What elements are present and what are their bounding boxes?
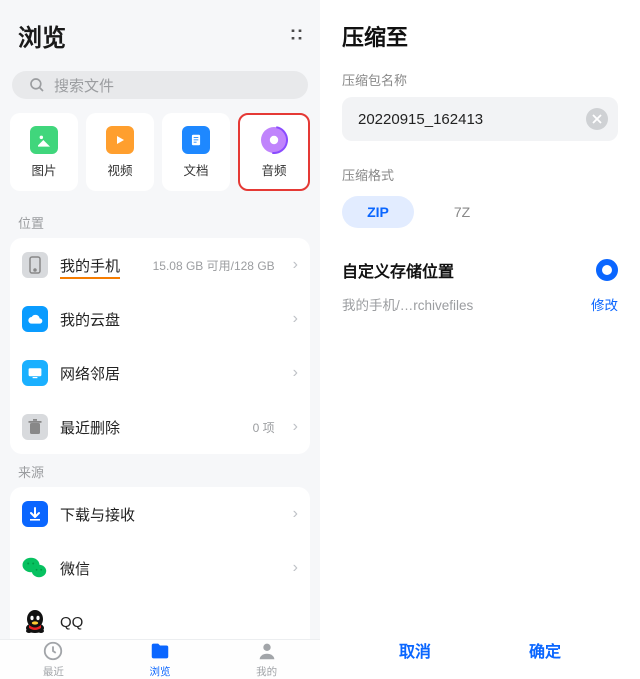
row-download[interactable]: 下载与接收 ›	[10, 487, 310, 541]
browse-panel: 浏览 ∷ 搜索文件 图片 视频 文档 音频	[0, 0, 320, 679]
document-icon	[182, 126, 210, 154]
user-icon	[256, 640, 278, 662]
nav-mine[interactable]: 我的	[213, 640, 320, 679]
bottom-actions: 取消 确定	[320, 621, 640, 679]
network-icon	[22, 360, 48, 386]
nav-recent[interactable]: 最近	[0, 640, 107, 679]
video-icon	[106, 126, 134, 154]
row-wechat[interactable]: 微信 ›	[10, 541, 310, 595]
name-label: 压缩包名称	[342, 70, 618, 89]
cancel-button[interactable]: 取消	[399, 638, 431, 662]
row-qq[interactable]: QQ	[10, 595, 310, 639]
image-icon	[30, 126, 58, 154]
wechat-icon	[22, 555, 48, 581]
modify-link[interactable]: 修改	[591, 294, 618, 314]
chevron-right-icon: ›	[293, 418, 298, 436]
category-row: 图片 视频 文档 音频	[0, 109, 320, 205]
folder-icon	[149, 640, 171, 662]
location-list: 我的手机 15.08 GB 可用/128 GB › 我的云盘 › 网络邻居 › …	[10, 238, 310, 454]
clear-icon[interactable]	[586, 108, 608, 130]
category-pictures[interactable]: 图片	[10, 113, 78, 191]
row-network[interactable]: 网络邻居 ›	[10, 346, 310, 400]
format-label: 压缩格式	[342, 165, 618, 184]
download-icon	[22, 501, 48, 527]
source-list: 下载与接收 › 微信 › QQ	[10, 487, 310, 639]
cloud-icon	[22, 306, 48, 332]
storage-path-row: 我的手机/…rchivefiles 修改	[342, 294, 618, 314]
trash-icon	[22, 414, 48, 440]
row-my-phone[interactable]: 我的手机 15.08 GB 可用/128 GB ›	[10, 238, 310, 292]
format-7z[interactable]: 7Z	[426, 196, 498, 228]
search-icon	[28, 76, 46, 94]
section-location-label: 位置	[0, 205, 320, 238]
custom-storage-label: 自定义存储位置	[342, 258, 454, 282]
header: 浏览 ∷	[0, 0, 320, 59]
phone-icon	[22, 252, 48, 278]
audio-icon	[260, 126, 288, 154]
more-icon[interactable]: ∷	[285, 29, 306, 42]
chevron-right-icon: ›	[293, 310, 298, 328]
confirm-button[interactable]: 确定	[529, 638, 561, 662]
compress-panel: 压缩至 压缩包名称 20220915_162413 压缩格式 ZIP 7Z 自定…	[320, 0, 640, 679]
search-input[interactable]: 搜索文件	[12, 71, 308, 99]
category-videos[interactable]: 视频	[86, 113, 154, 191]
row-recent-delete[interactable]: 最近删除 0 项 ›	[10, 400, 310, 454]
format-zip[interactable]: ZIP	[342, 196, 414, 228]
chevron-right-icon: ›	[293, 559, 298, 577]
format-row: ZIP 7Z	[342, 196, 618, 228]
chevron-right-icon: ›	[293, 256, 298, 274]
archive-name-input[interactable]: 20220915_162413	[342, 97, 618, 141]
chevron-right-icon: ›	[293, 505, 298, 523]
search-placeholder: 搜索文件	[54, 75, 114, 96]
page-title: 浏览	[18, 18, 66, 53]
chevron-right-icon: ›	[293, 364, 298, 382]
row-cloud[interactable]: 我的云盘 ›	[10, 292, 310, 346]
custom-storage-row[interactable]: 自定义存储位置	[342, 258, 618, 282]
category-audio[interactable]: 音频	[238, 113, 310, 191]
qq-icon	[22, 609, 48, 635]
bottom-nav: 最近 浏览 我的	[0, 639, 320, 679]
nav-browse[interactable]: 浏览	[107, 640, 214, 679]
clock-icon	[42, 640, 64, 662]
storage-path: 我的手机/…rchivefiles	[342, 294, 473, 314]
category-docs[interactable]: 文档	[162, 113, 230, 191]
section-source-label: 来源	[0, 454, 320, 487]
archive-name-value: 20220915_162413	[358, 111, 586, 128]
panel-title: 压缩至	[342, 20, 618, 52]
radio-on-icon[interactable]	[596, 259, 618, 281]
